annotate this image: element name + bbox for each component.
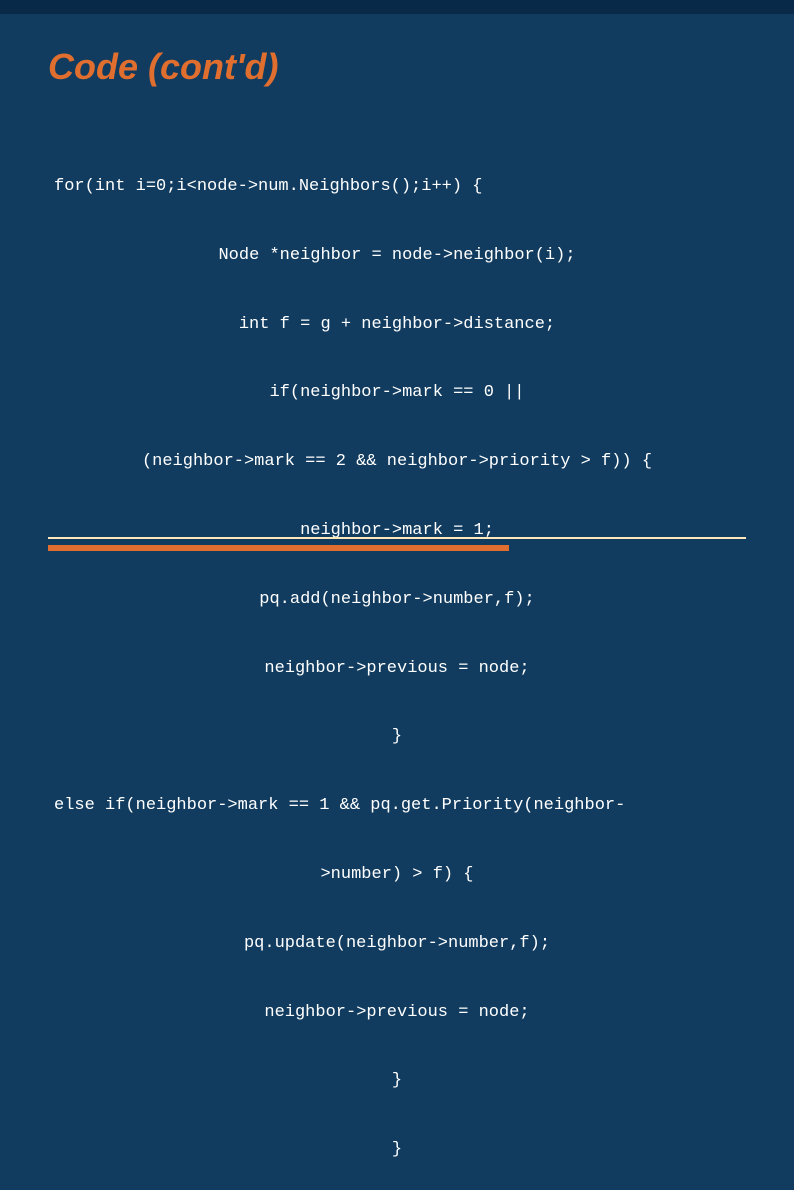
code-line: pq.update(neighbor->number,f); [48, 933, 746, 956]
code-line: Node *neighbor = node->neighbor(i); [48, 245, 746, 268]
code-line: neighbor->previous = node; [48, 658, 746, 681]
code-line: >number) > f) { [48, 864, 746, 887]
code-line: else if(neighbor->mark == 1 && pq.get.Pr… [48, 795, 746, 818]
slide-content: Code (cont'd) for(int i=0;i<node->num.Ne… [0, 14, 794, 595]
code-line: } [48, 1139, 746, 1162]
code-line: for(int i=0;i<node->num.Neighbors();i++)… [48, 176, 746, 199]
footer-rule [48, 537, 746, 551]
code-line: int f = g + neighbor->distance; [48, 314, 746, 337]
code-line: if(neighbor->mark == 0 || [48, 382, 746, 405]
code-block: for(int i=0;i<node->num.Neighbors();i++)… [48, 130, 746, 1190]
code-line: pq.add(neighbor->number,f); [48, 589, 746, 612]
rule-thick [48, 545, 509, 551]
slide-title: Code (cont'd) [48, 46, 746, 88]
code-line: } [48, 1070, 746, 1093]
code-line: neighbor->previous = node; [48, 1002, 746, 1025]
code-line: (neighbor->mark == 2 && neighbor->priori… [48, 451, 746, 474]
code-line: } [48, 726, 746, 749]
rule-thin [48, 537, 746, 539]
top-bar [0, 0, 794, 14]
